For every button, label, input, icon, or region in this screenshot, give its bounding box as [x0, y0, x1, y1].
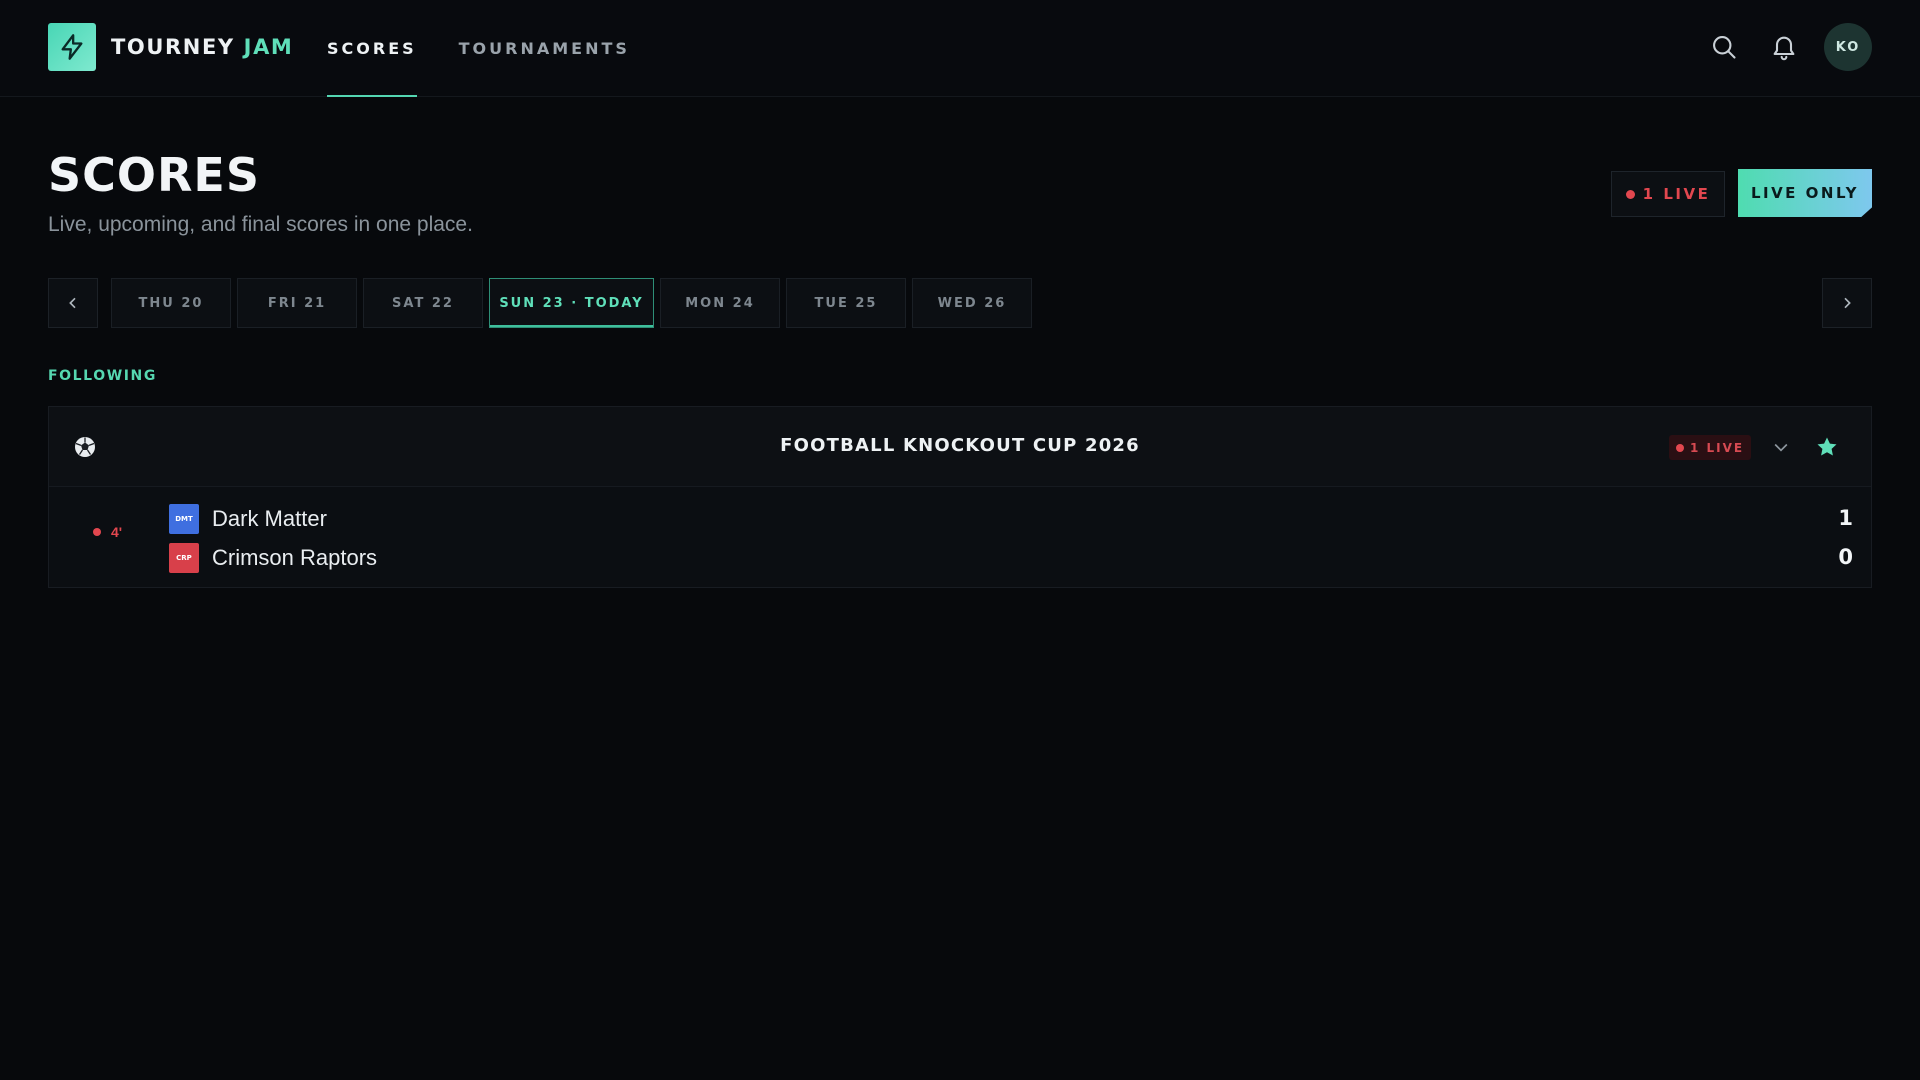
- live-dot-icon: [1675, 443, 1684, 452]
- team-score: 0: [1838, 545, 1853, 569]
- date-strip: THU 20 FRI 21 SAT 22 SUN 23 · TODAY MON …: [48, 278, 1872, 328]
- tournament-name: FOOTBALL KNOCKOUT CUP 2026: [780, 435, 1140, 456]
- date-sat-22[interactable]: SAT 22: [363, 278, 483, 328]
- match-row[interactable]: 4' DMT Dark Matter 1 CRP Crimson Raptors…: [49, 488, 1871, 588]
- main-nav: SCORES TOURNAMENTS: [327, 0, 672, 97]
- nav-tournaments[interactable]: TOURNAMENTS: [459, 0, 630, 97]
- page-subtitle: Live, upcoming, and final scores in one …: [48, 213, 473, 236]
- search-icon[interactable]: [1704, 27, 1744, 67]
- date-fri-21[interactable]: FRI 21: [237, 278, 357, 328]
- tournament-card-header[interactable]: FOOTBALL KNOCKOUT CUP 2026 1 LIVE: [49, 407, 1871, 487]
- nav-scores[interactable]: SCORES: [327, 0, 417, 97]
- match-minute: 4': [111, 524, 123, 540]
- bell-icon[interactable]: [1764, 27, 1804, 67]
- live-only-button[interactable]: LIVE ONLY: [1738, 169, 1872, 217]
- team-row-away: CRP Crimson Raptors: [169, 543, 377, 573]
- top-bar: TOURNEY JAM SCORES TOURNAMENTS KO: [0, 0, 1920, 97]
- date-prev-button[interactable]: [48, 278, 98, 328]
- page-title: SCORES: [48, 148, 260, 202]
- match-clock: 4': [93, 524, 122, 540]
- lightning-bolt-icon: [48, 23, 96, 71]
- brand[interactable]: TOURNEY JAM: [48, 23, 293, 71]
- date-thu-20[interactable]: THU 20: [111, 278, 231, 328]
- chevron-left-icon: [69, 297, 76, 309]
- team-badge: CRP: [169, 543, 199, 573]
- avatar[interactable]: KO: [1824, 23, 1872, 71]
- live-count-badge: 1 LIVE: [1611, 171, 1725, 217]
- team-name: Crimson Raptors: [212, 545, 378, 570]
- date-tue-25[interactable]: TUE 25: [786, 278, 906, 328]
- team-name: Dark Matter: [212, 506, 327, 531]
- chevron-down-icon[interactable]: [1771, 437, 1791, 457]
- tournament-live-badge: 1 LIVE: [1669, 435, 1751, 460]
- following-label: FOLLOWING: [48, 368, 157, 384]
- date-mon-24[interactable]: MON 24: [660, 278, 780, 328]
- team-badge: DMT: [169, 504, 199, 534]
- brand-name-part2: JAM: [243, 35, 294, 59]
- live-dot-icon: [93, 528, 101, 536]
- live-count-label: 1 LIVE: [1642, 185, 1711, 203]
- brand-name: TOURNEY JAM: [111, 35, 293, 59]
- live-dot-icon: [1625, 189, 1635, 199]
- date-wed-26[interactable]: WED 26: [912, 278, 1032, 328]
- team-score: 1: [1838, 506, 1853, 530]
- team-row-home: DMT Dark Matter: [169, 504, 327, 534]
- tournament-live-label: 1 LIVE: [1689, 440, 1745, 455]
- date-next-button[interactable]: [1822, 278, 1872, 328]
- star-icon[interactable]: [1815, 435, 1839, 459]
- chevron-right-icon: [1844, 297, 1851, 309]
- tournament-card: FOOTBALL KNOCKOUT CUP 2026 1 LIVE 4' DMT…: [48, 406, 1872, 588]
- date-sun-23-today[interactable]: SUN 23 · TODAY: [489, 278, 654, 328]
- header-actions: KO: [1684, 23, 1872, 71]
- brand-name-part1: TOURNEY: [111, 35, 235, 59]
